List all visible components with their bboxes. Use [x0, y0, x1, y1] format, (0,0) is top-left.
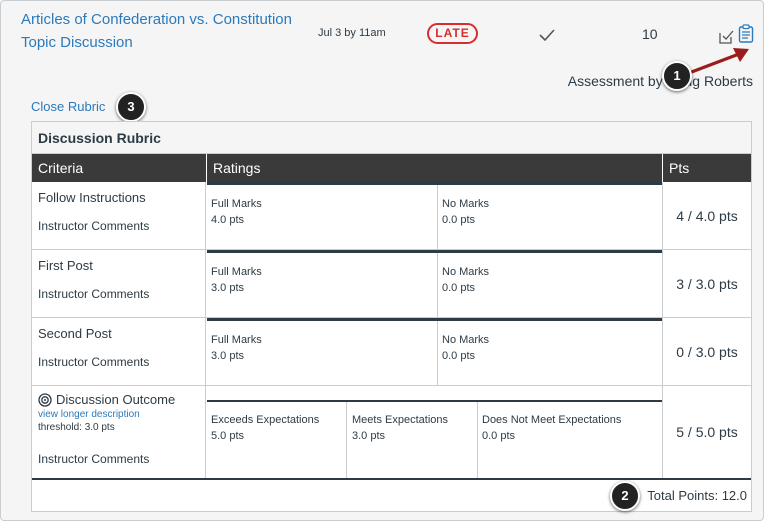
- ratings-bar: [207, 250, 662, 253]
- instructor-comments-label: Instructor Comments: [38, 287, 150, 301]
- due-date: Jul 3 by 11am: [318, 27, 386, 39]
- submission-details-panel: Articles of Confederation vs. Constituti…: [0, 0, 764, 521]
- callout-marker-3: 3: [116, 92, 146, 122]
- rating-label: Does Not Meet Expectations: [482, 414, 622, 426]
- rating-pts: 3.0 pts: [211, 350, 245, 362]
- criterion-name: Discussion Outcome: [56, 392, 176, 407]
- rating-meets-expectations[interactable]: Meets Expectations 3.0 pts: [348, 412, 448, 444]
- rating-label: Full Marks: [211, 334, 262, 346]
- criterion-points: 0 / 3.0 pts: [676, 343, 738, 360]
- rubric-title: Discussion Rubric: [32, 122, 751, 154]
- rating-label: No Marks: [442, 266, 490, 278]
- ratings-cell: Exceeds Expectations 5.0 pts Meets Expec…: [207, 386, 663, 478]
- rating-pts: 3.0 pts: [352, 430, 386, 442]
- rating-label: Full Marks: [211, 266, 262, 278]
- rubric-row: First Post Instructor Comments Full Mark…: [32, 250, 751, 318]
- rating-pts: 0.0 pts: [442, 282, 476, 294]
- close-rubric-link[interactable]: Close Rubric: [31, 99, 105, 114]
- criterion-name: First Post: [38, 258, 93, 273]
- rating-exceeds-expectations[interactable]: Exceeds Expectations 5.0 pts: [207, 412, 319, 444]
- instructor-comments-label: Instructor Comments: [38, 219, 150, 233]
- criterion-points: 5 / 5.0 pts: [676, 424, 738, 440]
- criterion-cell: Second Post Instructor Comments: [32, 318, 206, 385]
- rating-pts: 4.0 pts: [211, 214, 245, 226]
- rating-full-marks[interactable]: Full Marks 4.0 pts: [207, 196, 262, 228]
- rating-no-marks[interactable]: No Marks 0.0 pts: [438, 264, 489, 296]
- assignment-title-link[interactable]: Articles of Confederation vs. Constituti…: [21, 8, 321, 54]
- instructor-comments-label: Instructor Comments: [38, 355, 150, 369]
- rubric-row: Follow Instructions Instructor Comments …: [32, 182, 751, 250]
- rubric-panel: Discussion Rubric Criteria Ratings Pts F…: [31, 121, 752, 512]
- rubric-row-outcome: Discussion Outcome view longer descripti…: [32, 386, 751, 480]
- ratings-cell: Full Marks 3.0 pts No Marks 0.0 pts: [207, 318, 663, 385]
- ratings-cell: Full Marks 3.0 pts No Marks 0.0 pts: [207, 250, 663, 317]
- rating-pts: 0.0 pts: [442, 214, 476, 226]
- callout-marker-2: 2: [610, 481, 640, 511]
- criterion-cell: First Post Instructor Comments: [32, 250, 206, 317]
- rating-label: No Marks: [442, 334, 490, 346]
- criterion-cell: Discussion Outcome view longer descripti…: [32, 386, 206, 478]
- threshold-label: threshold: 3.0 pts: [38, 422, 115, 433]
- header-criteria: Criteria: [32, 154, 207, 182]
- criterion-points: 4 / 4.0 pts: [676, 207, 738, 224]
- rating-label: Full Marks: [211, 198, 262, 210]
- criterion-points: 3 / 3.0 pts: [676, 275, 738, 292]
- late-badge: LATE: [427, 23, 478, 44]
- header-pts: Pts: [669, 160, 690, 176]
- checkmark-icon: [539, 29, 555, 42]
- outcome-name-line: Discussion Outcome: [38, 392, 199, 407]
- criterion-cell: Follow Instructions Instructor Comments: [32, 182, 206, 249]
- view-longer-description-link[interactable]: view longer description: [38, 409, 199, 420]
- rating-label: Meets Expectations: [352, 414, 448, 426]
- rubric-row: Second Post Instructor Comments Full Mar…: [32, 318, 751, 386]
- ratings-bar: [207, 182, 662, 185]
- outcome-target-icon: [38, 392, 52, 407]
- rating-divider: [346, 402, 347, 478]
- rating-full-marks[interactable]: Full Marks 3.0 pts: [207, 264, 262, 296]
- rating-pts: 0.0 pts: [442, 350, 476, 362]
- rating-does-not-meet-expectations[interactable]: Does Not Meet Expectations 0.0 pts: [478, 412, 621, 444]
- instructor-comments-label: Instructor Comments: [38, 452, 150, 466]
- rubric-header: Criteria Ratings Pts: [32, 154, 751, 182]
- ratings-cell: Full Marks 4.0 pts No Marks 0.0 pts: [207, 182, 663, 249]
- rating-pts: 0.0 pts: [482, 430, 516, 442]
- header-ratings: Ratings: [207, 154, 663, 182]
- rating-no-marks[interactable]: No Marks 0.0 pts: [438, 332, 489, 364]
- rating-no-marks[interactable]: No Marks 0.0 pts: [438, 196, 489, 228]
- rating-pts: 3.0 pts: [211, 282, 245, 294]
- ratings-bar: [207, 400, 662, 402]
- rating-label: No Marks: [442, 198, 490, 210]
- rating-pts: 5.0 pts: [211, 430, 245, 442]
- rating-label: Exceeds Expectations: [211, 414, 320, 426]
- ratings-bar: [207, 318, 662, 321]
- total-points: Total Points: 12.0: [647, 488, 747, 503]
- criterion-name: Follow Instructions: [38, 190, 146, 205]
- score: 10: [642, 26, 658, 42]
- callout-marker-1: 1: [662, 61, 692, 91]
- criterion-name: Second Post: [38, 326, 112, 341]
- rating-full-marks[interactable]: Full Marks 3.0 pts: [207, 332, 262, 364]
